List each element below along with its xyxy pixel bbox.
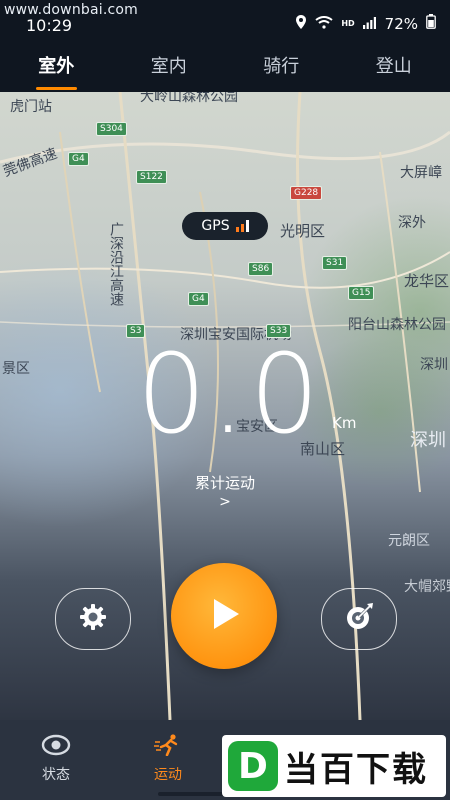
eye-icon	[41, 734, 71, 760]
brand-watermark: D 当百下载	[222, 735, 446, 797]
tab-indoor[interactable]: 室内	[113, 48, 226, 92]
hd-indicator: HD	[341, 19, 355, 28]
road-badge: G15	[348, 286, 375, 300]
gps-signal-icon	[235, 220, 249, 232]
road-badge: G228	[290, 186, 323, 200]
map-label: 大帽郊野公园	[404, 579, 450, 595]
road-badge: G4	[68, 152, 89, 166]
map-label: 大岭山森林公园	[140, 92, 238, 105]
map-label: 元朗区	[388, 533, 430, 549]
map-label: 景区	[2, 361, 30, 377]
brand-text: 当百下载	[284, 749, 428, 790]
map-label: 虎门站	[10, 99, 52, 115]
road-badge: S86	[248, 262, 274, 276]
brand-logo: D	[228, 741, 278, 791]
nav-sport-label: 运动	[154, 767, 182, 783]
status-icons: HD 72%	[295, 14, 436, 33]
gps-indicator: GPS	[182, 212, 268, 240]
signal-icon	[362, 15, 377, 33]
tab-cycling[interactable]: 骑行	[225, 48, 338, 92]
map-label: 阳台山森林公园	[348, 317, 446, 333]
map-label: 广深沿江高速	[108, 222, 124, 306]
goal-button[interactable]	[321, 588, 397, 650]
road-badge: S31	[322, 256, 348, 270]
distance-value: 0.0	[136, 330, 324, 458]
total-activity-link[interactable]: 累计运动	[0, 472, 450, 493]
gear-icon	[78, 602, 108, 636]
sport-type-tabs: 室外 室内 骑行 登山	[0, 48, 450, 92]
tab-hiking[interactable]: 登山	[338, 48, 450, 92]
nav-sport[interactable]: 运动	[133, 734, 203, 784]
nav-status-label: 状态	[42, 767, 70, 783]
settings-button[interactable]	[55, 588, 131, 650]
road-badge: S304	[96, 122, 127, 136]
road-badge: S122	[136, 170, 167, 184]
target-icon	[343, 601, 375, 637]
play-icon	[204, 594, 244, 638]
map-label: 龙华区	[404, 272, 450, 290]
map-label: 光明区	[280, 222, 326, 240]
battery-icon	[426, 14, 436, 33]
map-label: 深圳	[410, 430, 446, 451]
wifi-icon	[315, 15, 333, 33]
chevron-right-icon[interactable]: >	[0, 494, 450, 510]
status-bar: www.downbai.com 10:29 HD 72%	[0, 0, 450, 48]
map-label: 深圳	[420, 357, 448, 373]
battery-percent: 72%	[384, 14, 418, 33]
road-badge: G4	[188, 292, 209, 306]
start-button[interactable]	[171, 563, 277, 669]
running-icon	[153, 734, 183, 760]
gps-label: GPS	[201, 218, 230, 234]
nav-status[interactable]: 状态	[21, 734, 91, 784]
distance-unit: Km	[332, 414, 357, 432]
map-label: 深外	[398, 215, 426, 231]
tab-outdoor[interactable]: 室外	[0, 48, 113, 92]
map-label: 大屏嶂	[400, 165, 442, 181]
location-icon	[295, 14, 307, 33]
status-time: 10:29	[26, 16, 73, 35]
